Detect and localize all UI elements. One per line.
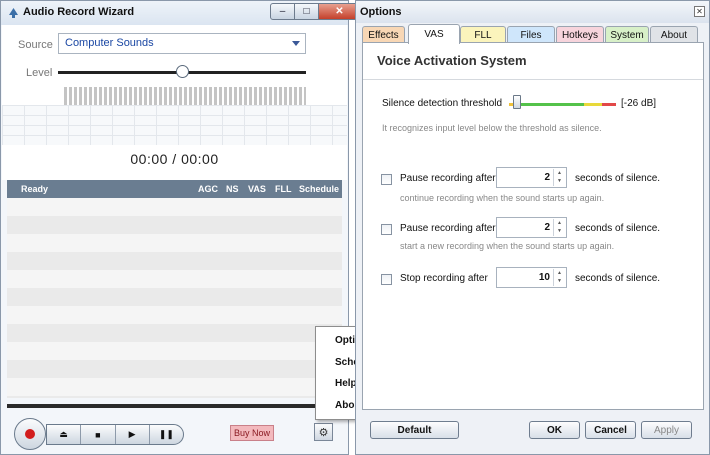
row2-hint: start a new recording when the sound sta…	[400, 241, 615, 251]
app-icon	[9, 8, 18, 18]
play-button[interactable]: ▶	[116, 425, 150, 444]
eject-button[interactable]: ⏏	[47, 425, 82, 444]
row3-label: Stop recording after	[400, 273, 488, 284]
options-title-bar[interactable]: Options ✕	[356, 1, 709, 23]
silence-threshold-label: Silence detection threshold	[382, 98, 503, 109]
record-icon	[25, 429, 35, 439]
tab-files[interactable]: Files	[507, 26, 555, 43]
default-button[interactable]: Default	[370, 421, 459, 439]
options-window: Options ✕ Effects VAS FLL Files Hotkeys …	[355, 0, 710, 455]
play-icon: ▶	[128, 429, 136, 439]
tab-about[interactable]: About	[650, 26, 698, 43]
title-bar[interactable]: Audio Record Wizard – □ ✕	[1, 1, 361, 25]
row2-suffix: seconds of silence.	[575, 223, 661, 234]
tab-hotkeys[interactable]: Hotkeys	[556, 26, 604, 43]
waveform-grid	[2, 105, 347, 145]
stop-button[interactable]: ■	[81, 425, 116, 444]
tab-fll[interactable]: FLL	[460, 26, 506, 43]
row3-seconds-stepper[interactable]: 10 ▲ ▼	[496, 267, 567, 288]
source-value: Computer Sounds	[65, 37, 154, 49]
gear-icon: ⚙	[318, 426, 329, 439]
row1-label: Pause recording after	[400, 173, 496, 184]
vas-panel: Voice Activation System Silence detectio…	[362, 42, 704, 410]
spin-arrows-icon[interactable]: ▲ ▼	[553, 219, 565, 236]
threshold-slider-track[interactable]	[509, 103, 616, 106]
record-button[interactable]	[14, 418, 46, 450]
options-title: Options	[360, 6, 402, 18]
tab-system[interactable]: System	[605, 26, 649, 43]
pause-icon: ❚❚	[158, 429, 174, 439]
cancel-button[interactable]: Cancel	[585, 421, 636, 439]
tab-effects[interactable]: Effects	[362, 26, 405, 43]
eject-icon: ⏏	[59, 429, 68, 439]
options-tabs: Effects VAS FLL Files Hotkeys System Abo…	[362, 24, 704, 44]
stop-icon: ■	[95, 429, 101, 440]
threshold-hint: It recognizes input level below the thre…	[382, 123, 602, 133]
recording-list-header: Ready AGC NS VAS FLL Schedule	[7, 180, 342, 198]
agc-column[interactable]: AGC	[198, 184, 218, 194]
row3-suffix: seconds of silence.	[575, 273, 661, 284]
window-title: Audio Record Wizard	[23, 6, 135, 18]
level-slider-thumb[interactable]	[176, 65, 189, 78]
spin-arrows-icon[interactable]: ▲ ▼	[553, 269, 565, 286]
pause-new-recording-checkbox[interactable]	[381, 224, 392, 235]
threshold-slider-thumb[interactable]	[513, 95, 521, 109]
recorder-panel: Source Computer Sounds Level 00:00 / 00:…	[2, 25, 347, 180]
progress-bar[interactable]	[7, 404, 342, 408]
schedule-column[interactable]: Schedule	[299, 184, 339, 194]
caption-buttons: – □ ✕	[270, 3, 361, 20]
source-select[interactable]: Computer Sounds	[58, 33, 306, 54]
settings-button[interactable]: ⚙	[314, 423, 333, 441]
transport-controls: ⏏ ■ ▶ ❚❚	[46, 424, 184, 445]
fll-column[interactable]: FLL	[275, 184, 292, 194]
panel-title: Voice Activation System	[377, 53, 527, 68]
stop-recording-checkbox[interactable]	[381, 274, 392, 285]
level-meter-right	[64, 95, 306, 105]
ok-button[interactable]: OK	[529, 421, 580, 439]
close-icon[interactable]: ✕	[694, 6, 705, 17]
threshold-db-value: [-26 dB]	[621, 98, 657, 109]
chevron-down-icon	[292, 41, 300, 46]
row2-seconds-value: 2	[544, 222, 550, 233]
row3-seconds-value: 10	[538, 272, 550, 283]
minimize-button[interactable]: –	[270, 3, 295, 20]
pause-continue-checkbox[interactable]	[381, 174, 392, 185]
divider	[363, 79, 703, 80]
audio-record-wizard-window: Audio Record Wizard – □ ✕ Source Compute…	[0, 0, 361, 455]
maximize-button[interactable]: □	[295, 3, 319, 20]
vas-column[interactable]: VAS	[248, 184, 266, 194]
transport-bar: ⏏ ■ ▶ ❚❚ Buy Now ⚙	[2, 413, 347, 455]
row1-seconds-stepper[interactable]: 2 ▲ ▼	[496, 167, 567, 188]
ns-column[interactable]: NS	[226, 184, 239, 194]
tab-vas[interactable]: VAS	[408, 24, 460, 44]
row2-label: Pause recording after	[400, 223, 496, 234]
row1-seconds-value: 2	[544, 172, 550, 183]
level-label: Level	[26, 67, 53, 79]
row1-suffix: seconds of silence.	[575, 173, 661, 184]
pause-button[interactable]: ❚❚	[150, 425, 183, 444]
apply-button[interactable]: Apply	[641, 421, 692, 439]
spin-arrows-icon[interactable]: ▲ ▼	[553, 169, 565, 186]
buy-now-button[interactable]: Buy Now	[230, 425, 274, 441]
recording-list[interactable]	[7, 198, 342, 398]
row1-hint: continue recording when the sound starts…	[400, 193, 605, 203]
status-column: Ready	[21, 184, 49, 194]
source-label: Source	[18, 39, 53, 51]
row2-seconds-stepper[interactable]: 2 ▲ ▼	[496, 217, 567, 238]
time-display: 00:00 / 00:00	[130, 151, 219, 167]
